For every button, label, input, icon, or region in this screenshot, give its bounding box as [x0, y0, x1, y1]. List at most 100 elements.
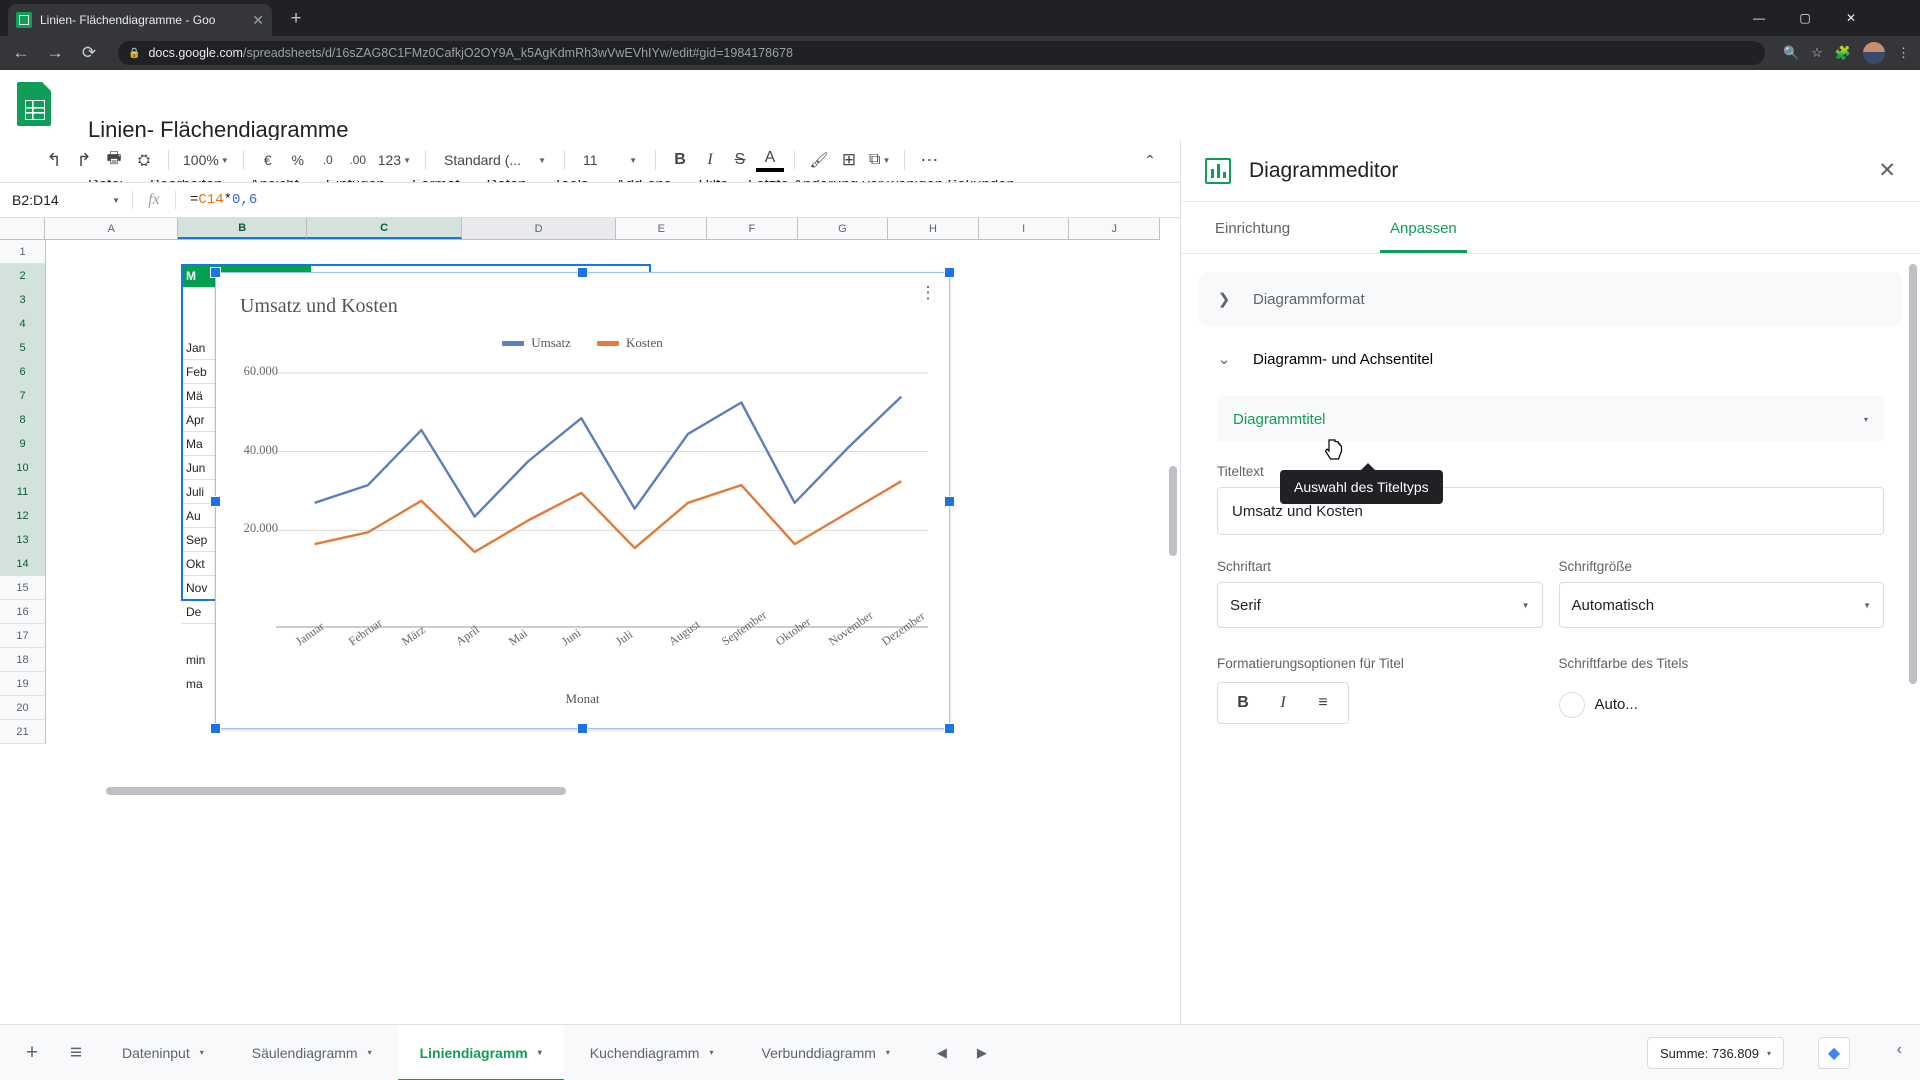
- row-header-16[interactable]: 16: [0, 600, 46, 624]
- text-color-button[interactable]: A: [756, 148, 785, 172]
- window-maximize-button[interactable]: ▢: [1782, 0, 1828, 36]
- row-header-2[interactable]: 2: [0, 264, 46, 288]
- section-header-achsentitel[interactable]: ⌄ Diagramm- und Achsentitel: [1199, 332, 1902, 386]
- row-header-18[interactable]: 18: [0, 648, 46, 672]
- column-header-D[interactable]: D: [461, 218, 617, 239]
- browser-menu-icon[interactable]: ⋮: [1897, 45, 1910, 61]
- more-toolbar-icon[interactable]: ⋯: [915, 146, 943, 174]
- currency-format-button[interactable]: €: [254, 146, 282, 174]
- undo-icon[interactable]: ↰: [40, 146, 68, 174]
- row-header-20[interactable]: 20: [0, 696, 46, 720]
- explore-button[interactable]: ◆: [1818, 1037, 1850, 1069]
- tab-anpassen[interactable]: Anpassen: [1380, 202, 1467, 253]
- close-editor-icon[interactable]: ✕: [1878, 158, 1896, 183]
- sheet-tab-saeulendiagramm[interactable]: Säulendiagramm ▾: [230, 1025, 394, 1080]
- all-sheets-button[interactable]: ≡: [56, 1033, 96, 1073]
- row-header-1[interactable]: 1: [0, 240, 46, 264]
- decrease-decimal-button[interactable]: .0: [314, 146, 342, 174]
- zoom-select[interactable]: 100% ▼: [179, 146, 233, 174]
- title-type-select[interactable]: Diagrammtitel ▾: [1217, 396, 1884, 442]
- extensions-icon[interactable]: 🧩: [1835, 45, 1851, 61]
- resize-handle-w[interactable]: [210, 496, 221, 507]
- bookmark-star-icon[interactable]: ☆: [1811, 45, 1823, 61]
- chevron-down-icon[interactable]: ▾: [1767, 1049, 1771, 1058]
- title-color-select[interactable]: Auto...: [1558, 691, 1885, 718]
- add-sheet-button[interactable]: +: [12, 1033, 52, 1073]
- increase-decimal-button[interactable]: .00: [344, 146, 372, 174]
- print-icon[interactable]: 🖶: [100, 146, 128, 174]
- row-header-19[interactable]: 19: [0, 672, 46, 696]
- row-header-14[interactable]: 14: [0, 552, 46, 576]
- title-fontsize-select[interactable]: Automatisch ▼: [1558, 582, 1884, 628]
- sheet-tab-dateninput[interactable]: Dateninput ▾: [100, 1025, 226, 1080]
- vertical-scrollbar[interactable]: [1166, 458, 1180, 798]
- vertical-scroll-thumb[interactable]: [1169, 466, 1177, 556]
- italic-button[interactable]: I: [696, 146, 724, 174]
- resize-handle-s[interactable]: [577, 723, 588, 734]
- title-italic-button[interactable]: I: [1264, 686, 1302, 720]
- row-header-4[interactable]: 4: [0, 312, 46, 336]
- forward-icon[interactable]: →: [44, 43, 66, 63]
- title-font-select[interactable]: Serif ▼: [1217, 582, 1543, 628]
- zoom-indicator-icon[interactable]: 🔍: [1783, 45, 1799, 61]
- title-bold-button[interactable]: B: [1224, 686, 1262, 720]
- column-header-C[interactable]: C: [307, 218, 462, 239]
- new-tab-button[interactable]: +: [284, 8, 308, 32]
- close-tab-icon[interactable]: ✕: [252, 13, 264, 27]
- resize-handle-se[interactable]: [944, 723, 955, 734]
- row-header-12[interactable]: 12: [0, 504, 46, 528]
- font-family-select[interactable]: Standard (... ▼: [436, 147, 554, 173]
- chart-object[interactable]: ⋮ Umsatz und Kosten Umsatz Kosten 60.000…: [210, 267, 955, 734]
- column-header-G[interactable]: G: [797, 218, 889, 239]
- next-sheet-icon[interactable]: ▶: [962, 1033, 1002, 1073]
- column-header-J[interactable]: J: [1069, 218, 1160, 239]
- row-header-7[interactable]: 7: [0, 384, 46, 408]
- window-close-button[interactable]: ✕: [1828, 0, 1874, 36]
- section-diagrammformat[interactable]: ❯ Diagrammformat: [1199, 272, 1902, 326]
- fill-color-icon[interactable]: 🖌: [805, 146, 833, 174]
- more-formats-select[interactable]: 123 ▼: [374, 146, 415, 174]
- row-header-21[interactable]: 21: [0, 720, 46, 744]
- row-header-9[interactable]: 9: [0, 432, 46, 456]
- resize-handle-e[interactable]: [944, 496, 955, 507]
- section-header-diagrammformat[interactable]: ❯ Diagrammformat: [1199, 272, 1902, 326]
- sheet-tab-kuchendiagramm[interactable]: Kuchendiagramm ▾: [568, 1025, 736, 1080]
- percent-format-button[interactable]: %: [284, 146, 312, 174]
- resize-handle-n[interactable]: [577, 267, 588, 278]
- row-header-11[interactable]: 11: [0, 480, 46, 504]
- column-header-B[interactable]: B: [178, 218, 308, 239]
- chevron-down-icon[interactable]: ▾: [538, 1048, 542, 1057]
- window-minimize-button[interactable]: —: [1736, 0, 1782, 36]
- title-align-button[interactable]: ≡: [1304, 686, 1342, 720]
- row-header-10[interactable]: 10: [0, 456, 46, 480]
- row-header-3[interactable]: 3: [0, 288, 46, 312]
- strikethrough-button[interactable]: S: [726, 146, 754, 174]
- collapse-toolbar-icon[interactable]: ⌃: [1136, 146, 1164, 174]
- chevron-down-icon[interactable]: ▾: [886, 1048, 890, 1057]
- font-size-select[interactable]: 11 ▼: [575, 147, 645, 173]
- back-icon[interactable]: ←: [10, 43, 32, 63]
- column-header-A[interactable]: A: [45, 218, 179, 239]
- row-header-8[interactable]: 8: [0, 408, 46, 432]
- reload-icon[interactable]: ⟳: [78, 43, 100, 63]
- sum-status-chip[interactable]: Summe: 736.809 ▾: [1646, 1037, 1784, 1069]
- column-header-H[interactable]: H: [888, 218, 979, 239]
- chevron-down-icon[interactable]: ▾: [368, 1048, 372, 1057]
- sheet-tab-liniendiagramm[interactable]: Liniendiagramm ▾: [397, 1024, 564, 1080]
- collapse-sidebar-icon[interactable]: ‹: [1897, 1041, 1902, 1059]
- paint-format-icon[interactable]: ⛭: [130, 146, 158, 174]
- browser-tab[interactable]: Linien- Flächendiagramme - Goo ✕: [8, 4, 272, 36]
- redo-icon[interactable]: ↱: [70, 146, 98, 174]
- row-header-13[interactable]: 13: [0, 528, 46, 552]
- sheet-tab-verbunddiagramm[interactable]: Verbunddiagramm ▾: [740, 1025, 912, 1080]
- horizontal-scrollbar[interactable]: [46, 784, 1156, 798]
- merge-cells-select[interactable]: ⧉ ▼: [865, 146, 894, 174]
- chevron-down-icon[interactable]: ▾: [709, 1048, 713, 1057]
- row-header-15[interactable]: 15: [0, 576, 46, 600]
- name-box[interactable]: B2:D14 ▼: [0, 183, 132, 217]
- column-header-I[interactable]: I: [978, 218, 1070, 239]
- column-header-E[interactable]: E: [616, 218, 708, 239]
- prev-sheet-icon[interactable]: ◀: [922, 1033, 962, 1073]
- row-header-6[interactable]: 6: [0, 360, 46, 384]
- column-header-F[interactable]: F: [707, 218, 798, 239]
